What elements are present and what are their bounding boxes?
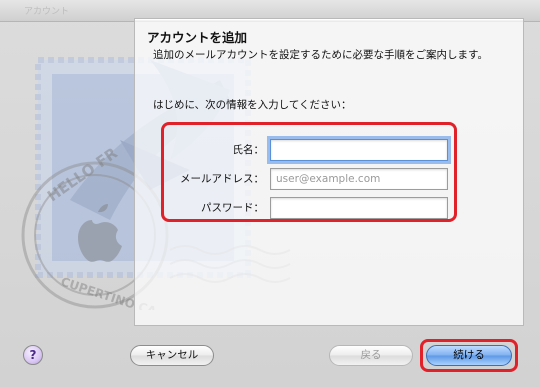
continue-button[interactable]: 続ける [426, 345, 512, 366]
cancel-button[interactable]: キャンセル [130, 345, 214, 366]
window-ghost-title: アカウント [24, 7, 70, 17]
password-label: パスワード： [201, 202, 264, 214]
full-name-field[interactable] [270, 139, 448, 161]
email-field[interactable] [270, 168, 448, 190]
content-pane: アカウントを追加 追加のメールアカウントを設定するために必要な手順をご案内します… [134, 18, 524, 326]
page-title: アカウントを追加 [147, 30, 248, 45]
account-form-highlight: 氏名： メールアドレス： パスワード： [161, 122, 457, 222]
email-label: メールアドレス： [180, 173, 264, 185]
email-row: メールアドレス： [164, 168, 454, 190]
password-field[interactable] [270, 197, 448, 219]
intro-text: 追加のメールアカウントを設定するために必要な手順をご案内します。 [153, 49, 488, 61]
back-button[interactable]: 戻る [329, 345, 413, 366]
full-name-label: 氏名： [232, 144, 265, 156]
help-icon[interactable]: ? [23, 345, 43, 365]
prompt-text: はじめに、次の情報を入力してください： [153, 99, 352, 111]
password-row: パスワード： [164, 197, 454, 219]
full-name-row: 氏名： [164, 139, 454, 161]
